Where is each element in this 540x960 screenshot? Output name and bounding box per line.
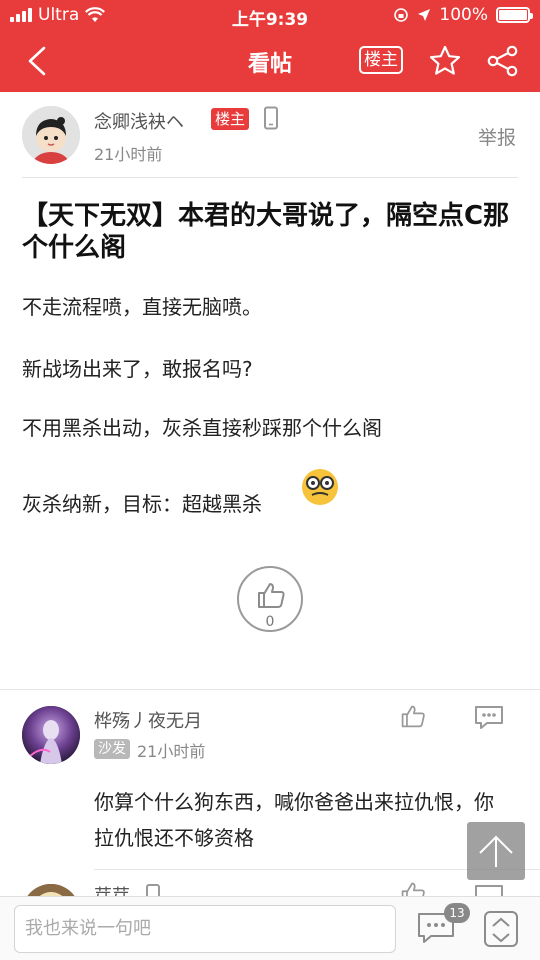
- divider: [22, 177, 518, 178]
- location-icon: [418, 9, 431, 21]
- comment-text: 你算个什么狗东西，喊你爸爸出来拉仇恨，你拉仇恨还不够资格: [94, 790, 494, 850]
- comment-avatar[interactable]: [22, 706, 80, 764]
- report-link[interactable]: 举报: [478, 123, 516, 150]
- share-icon[interactable]: [486, 44, 520, 78]
- author-name[interactable]: 念卿浅袂ヘ: [94, 108, 184, 134]
- like-button[interactable]: 0: [237, 566, 303, 632]
- comment-author-name[interactable]: 桦殇丿夜无月: [94, 707, 202, 733]
- nav-bar: 看帖 楼主: [0, 30, 540, 92]
- battery-percent: 100%: [439, 5, 488, 25]
- battery-icon: [496, 7, 533, 23]
- divider: [0, 689, 540, 690]
- status-right: 100%: [393, 5, 533, 25]
- bottom-bar: 我也来说一句吧 13: [0, 896, 540, 960]
- star-icon[interactable]: [428, 44, 462, 78]
- arrow-up-icon: [479, 835, 513, 867]
- author-avatar[interactable]: [22, 106, 80, 164]
- like-count: 0: [265, 614, 275, 630]
- comment-time: 21小时前: [137, 742, 206, 761]
- author-avatar-image: [22, 106, 80, 164]
- emoji-glasses-icon: [302, 469, 338, 505]
- comment-avatar-image: [22, 706, 80, 764]
- status-bar: Ultra 上午9:39 100%: [0, 0, 540, 30]
- battery-fill: [499, 10, 527, 20]
- orientation-lock-icon: [394, 8, 409, 22]
- thumbs-up-icon[interactable]: [400, 703, 426, 729]
- comment-input[interactable]: 我也来说一句吧: [14, 905, 396, 953]
- page-updown-button[interactable]: [484, 911, 518, 947]
- header-bar: Ultra 上午9:39 100% 看帖 楼主: [0, 0, 540, 92]
- post-paragraph: 灰杀纳新，目标：超越黑杀: [22, 492, 262, 516]
- post-paragraph: 新战场出来了，敢报名吗?: [22, 357, 253, 381]
- sofa-badge: 沙发: [94, 739, 130, 759]
- comment-count-badge: 13: [444, 903, 470, 923]
- back-to-top-button[interactable]: [467, 822, 525, 880]
- post-title: 【天下无双】本君的大哥说了，隔空点C那个什么阁: [22, 201, 510, 263]
- reply-icon[interactable]: [473, 704, 505, 730]
- post-paragraph: 不走流程喷，直接无脑喷。: [22, 295, 262, 319]
- thumbs-up-icon: [258, 583, 285, 608]
- post-time: 21小时前: [94, 145, 163, 164]
- only-op-button[interactable]: 楼主: [359, 46, 403, 74]
- mobile-phone-icon: [264, 106, 278, 130]
- op-badge: 楼主: [211, 108, 250, 130]
- post-paragraph: 不用黑杀出动，灰杀直接秒踩那个什么阁: [22, 416, 382, 440]
- chevron-up-down-icon: [492, 917, 510, 943]
